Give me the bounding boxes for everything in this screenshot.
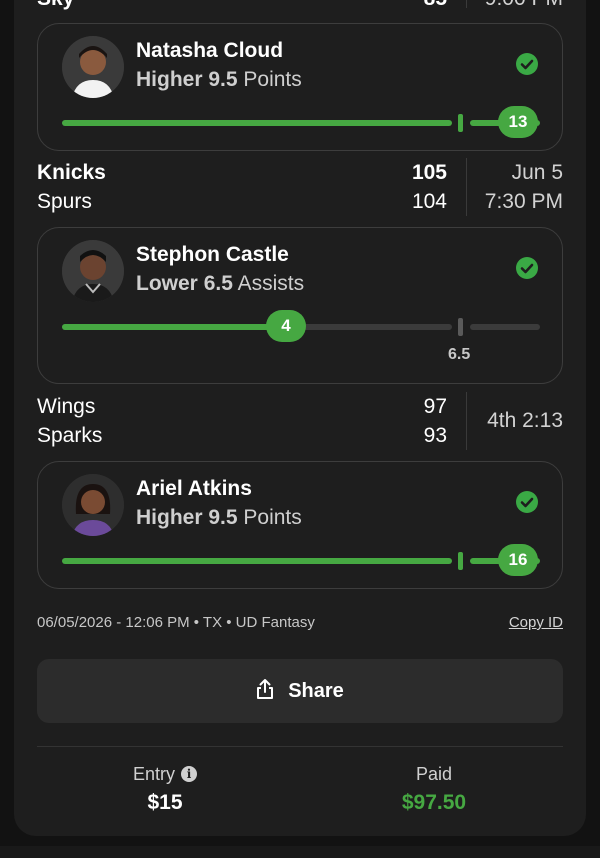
pick-line: Higher 9.5 Points bbox=[136, 504, 302, 532]
progress-fill bbox=[62, 120, 452, 126]
check-circle-icon bbox=[516, 491, 538, 513]
progress-bg-beyond bbox=[470, 324, 540, 330]
check-circle-icon bbox=[516, 53, 538, 75]
pick-line: Lower 6.5 Assists bbox=[136, 270, 304, 298]
divider bbox=[37, 746, 563, 747]
player-avatar bbox=[62, 36, 124, 98]
pick-value: 9.5 bbox=[208, 506, 238, 529]
progress-track: 4 6.5 bbox=[62, 310, 540, 363]
share-label: Share bbox=[288, 679, 344, 702]
share-icon bbox=[256, 678, 274, 705]
pick-direction: Lower bbox=[136, 272, 198, 295]
bottom-strip bbox=[0, 846, 600, 858]
pick-direction: Higher bbox=[136, 506, 203, 529]
team-name: Sky bbox=[37, 0, 74, 13]
pick-value: 6.5 bbox=[203, 272, 233, 295]
pick-line: Higher 9.5 Points bbox=[136, 66, 302, 94]
line-marker bbox=[458, 114, 463, 132]
pick-card[interactable]: Natasha Cloud Higher 9.5 Points 13 bbox=[37, 23, 563, 151]
paid-label: Paid bbox=[415, 764, 453, 784]
entry-value: $15 bbox=[147, 791, 183, 814]
line-marker bbox=[458, 318, 463, 336]
result-bubble: 4 bbox=[266, 310, 306, 342]
team-score: 97 bbox=[423, 395, 447, 418]
entry-amount: Entry i $15 bbox=[65, 762, 265, 818]
pick-stat: Points bbox=[243, 68, 302, 91]
entry-label: Entry bbox=[132, 764, 175, 784]
progress-fill bbox=[62, 558, 452, 564]
progress-fill bbox=[62, 324, 284, 330]
team-name: Knicks bbox=[37, 161, 106, 184]
info-icon[interactable]: i bbox=[181, 766, 197, 782]
divider bbox=[466, 392, 467, 450]
player-name: Stephon Castle bbox=[136, 243, 289, 266]
progress-track: 13 bbox=[62, 106, 540, 138]
player-avatar bbox=[62, 474, 124, 536]
team-score: 104 bbox=[411, 190, 447, 213]
pick-stat: Points bbox=[243, 506, 302, 529]
player-name: Natasha Cloud bbox=[136, 39, 284, 62]
result-bubble: 16 bbox=[498, 544, 538, 576]
pick-card[interactable]: Stephon Castle Lower 6.5 Assists 4 6.5 bbox=[37, 227, 563, 384]
team-name: Spurs bbox=[37, 190, 92, 213]
divider bbox=[466, 158, 467, 216]
pick-stat: Assists bbox=[237, 272, 305, 295]
game-time: 7:30 PM bbox=[484, 190, 563, 213]
entry-timestamp: 06/05/2026 - 12:06 PM • TX • UD Fantasy bbox=[37, 614, 315, 631]
entry-label-row: Entry i bbox=[65, 762, 265, 786]
line-marker bbox=[458, 552, 463, 570]
paid-value: $97.50 bbox=[401, 791, 467, 814]
divider bbox=[466, 0, 467, 8]
team-score: 93 bbox=[423, 424, 447, 447]
check-circle-icon bbox=[516, 257, 538, 279]
team-name: Wings bbox=[37, 395, 96, 418]
line-label: 6.5 bbox=[448, 346, 471, 363]
team-score: 85 bbox=[424, 0, 447, 13]
player-avatar bbox=[62, 240, 124, 302]
team-name: Sparks bbox=[37, 424, 103, 447]
share-button[interactable]: Share bbox=[37, 659, 563, 723]
player-name: Ariel Atkins bbox=[136, 477, 252, 500]
copy-id-link[interactable]: Copy ID bbox=[509, 614, 563, 631]
game-row: Wings Sparks 97 93 4th 2:13 bbox=[37, 392, 563, 450]
progress-track: 16 bbox=[62, 544, 540, 576]
result-bubble: 13 bbox=[498, 106, 538, 138]
game-row: Knicks Spurs 105 104 Jun 5 7:30 PM bbox=[37, 158, 563, 216]
entry-meta: 06/05/2026 - 12:06 PM • TX • UD Fantasy … bbox=[37, 614, 563, 636]
pick-card[interactable]: Ariel Atkins Higher 9.5 Points 16 bbox=[37, 461, 563, 589]
game-date: Jun 5 bbox=[511, 161, 563, 184]
paid-amount: Paid $97.50 bbox=[334, 762, 534, 818]
team-score: 105 bbox=[411, 161, 447, 184]
game-time: 9:00 PM bbox=[485, 0, 563, 13]
pick-value: 9.5 bbox=[208, 68, 238, 91]
game-status: 4th 2:13 bbox=[487, 409, 563, 432]
pick-direction: Higher bbox=[136, 68, 203, 91]
